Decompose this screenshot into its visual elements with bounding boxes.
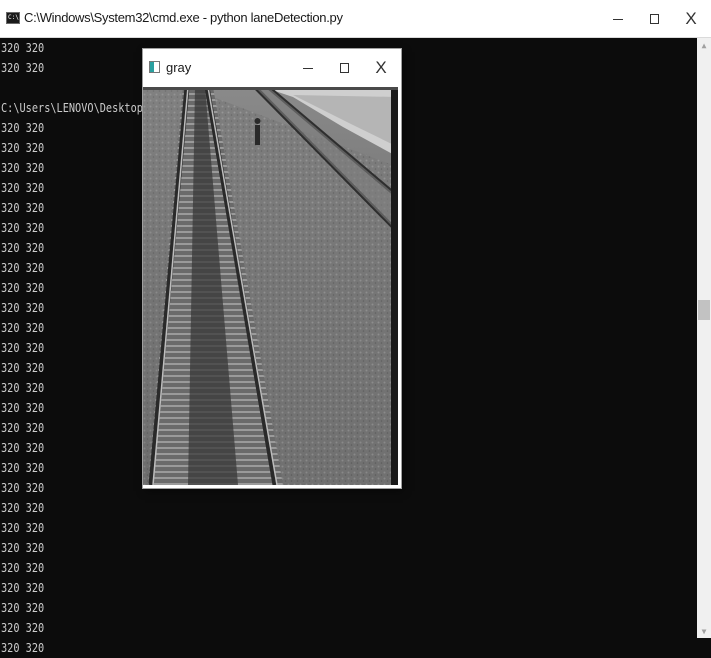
console-line: 320 320: [1, 440, 45, 455]
console-line: 320 320: [1, 540, 45, 555]
image-window-icon: [149, 61, 160, 73]
console-line: 320 320: [1, 400, 45, 415]
console-line: 320 320: [1, 520, 45, 535]
gray-image-window[interactable]: gray X: [143, 49, 401, 488]
console-line: 320 320: [1, 620, 45, 635]
scroll-down-arrow-icon[interactable]: ▼: [697, 624, 711, 638]
minimize-icon: [613, 18, 623, 20]
console-line: 320 320: [1, 480, 45, 495]
console-line: 320 320: [1, 380, 45, 395]
console-line: 320 320: [1, 580, 45, 595]
cmd-titlebar[interactable]: C:\. C:\Windows\System32\cmd.exe - pytho…: [0, 0, 711, 38]
maximize-icon: [339, 63, 349, 73]
close-button[interactable]: X: [672, 0, 710, 38]
console-line: 320 320: [1, 560, 45, 575]
console-line: 320 320: [1, 120, 45, 135]
gray-close-button[interactable]: X: [362, 49, 400, 87]
console-line: 320 320: [1, 420, 45, 435]
console-line: 320 320: [1, 240, 45, 255]
close-icon: X: [375, 58, 387, 77]
cmd-icon: C:\.: [6, 12, 20, 24]
close-icon: X: [685, 9, 697, 28]
console-line: 320 320: [1, 60, 45, 75]
scrollbar-thumb[interactable]: [698, 300, 710, 320]
console-line: 320 320: [1, 460, 45, 475]
scroll-up-arrow-icon[interactable]: ▲: [697, 38, 711, 52]
console-line: 320 320: [1, 300, 45, 315]
console-line: 320 320: [1, 260, 45, 275]
console-line: 320 320: [1, 340, 45, 355]
gray-minimize-button[interactable]: [289, 49, 327, 87]
console-line: 320 320: [1, 600, 45, 615]
console-line: 320 320: [1, 500, 45, 515]
railway-track-grayscale-image: [143, 87, 398, 485]
console-line: 320 320: [1, 200, 45, 215]
console-line: 320 320: [1, 360, 45, 375]
console-line: 320 320: [1, 280, 45, 295]
maximize-button[interactable]: [635, 0, 673, 38]
window-title: C:\Windows\System32\cmd.exe - python lan…: [24, 10, 343, 25]
console-line: 320 320: [1, 160, 45, 175]
console-line: 320 320: [1, 140, 45, 155]
console-line: 320 320: [1, 320, 45, 335]
vertical-scrollbar[interactable]: ▲ ▼: [697, 38, 711, 638]
console-line: 320 320: [1, 180, 45, 195]
console-line: 320 320: [1, 40, 45, 55]
console-line: 320 320: [1, 640, 45, 655]
gray-window-titlebar[interactable]: gray X: [143, 49, 401, 87]
console-line: 320 320: [1, 220, 45, 235]
railway-scene-svg: [143, 87, 398, 485]
gray-window-title: gray: [166, 60, 192, 75]
minimize-icon: [303, 67, 313, 69]
gray-maximize-button[interactable]: [325, 49, 363, 87]
maximize-icon: [649, 14, 659, 24]
minimize-button[interactable]: [599, 0, 637, 38]
